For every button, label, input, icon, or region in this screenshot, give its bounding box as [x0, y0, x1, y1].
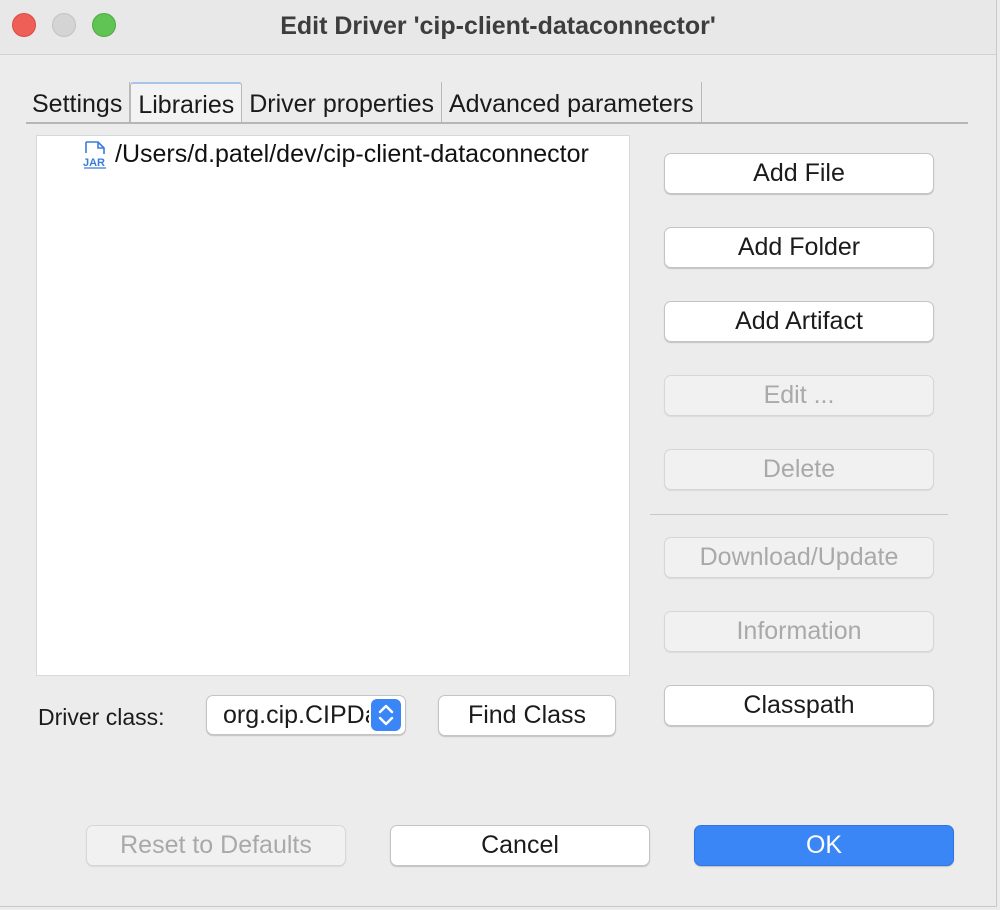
edit-button[interactable]: Edit ... [664, 375, 934, 416]
list-item[interactable]: JAR /Users/d.patel/dev/cip-client-dataco… [83, 140, 589, 169]
button-separator [650, 514, 948, 515]
tab-divider [26, 122, 968, 124]
library-path: /Users/d.patel/dev/cip-client-dataconnec… [115, 140, 589, 168]
find-class-button[interactable]: Find Class [438, 695, 616, 736]
tab-bar: Settings Libraries Driver properties Adv… [26, 82, 702, 123]
driver-class-label: Driver class: [38, 704, 165, 730]
download-update-button[interactable]: Download/Update [664, 537, 934, 578]
ok-button[interactable]: OK [694, 825, 954, 866]
delete-button[interactable]: Delete [664, 449, 934, 490]
chevron-up-down-icon[interactable] [371, 699, 401, 731]
information-button[interactable]: Information [664, 611, 934, 652]
edit-driver-dialog: Edit Driver 'cip-client-dataconnector' S… [0, 0, 997, 907]
cancel-button[interactable]: Cancel [390, 825, 650, 866]
title-bar: Edit Driver 'cip-client-dataconnector' [0, 0, 996, 55]
library-list[interactable]: JAR /Users/d.patel/dev/cip-client-dataco… [36, 135, 630, 676]
add-file-button[interactable]: Add File [664, 153, 934, 194]
add-artifact-button[interactable]: Add Artifact [664, 301, 934, 342]
reset-to-defaults-button[interactable]: Reset to Defaults [86, 825, 346, 866]
classpath-button[interactable]: Classpath [664, 685, 934, 726]
driver-class-combobox[interactable]: org.cip.CIPDataConnectorDriver [206, 695, 406, 735]
driver-class-value: org.cip.CIPDataConnectorDriver [223, 701, 369, 729]
add-folder-button[interactable]: Add Folder [664, 227, 934, 268]
tab-libraries[interactable]: Libraries [130, 82, 243, 122]
window-title: Edit Driver 'cip-client-dataconnector' [280, 12, 716, 40]
tab-settings[interactable]: Settings [26, 82, 131, 122]
tab-advanced-parameters[interactable]: Advanced parameters [442, 82, 702, 122]
svg-text:JAR: JAR [83, 157, 105, 169]
jar-file-icon: JAR [83, 140, 107, 169]
tab-driver-properties[interactable]: Driver properties [242, 82, 442, 122]
